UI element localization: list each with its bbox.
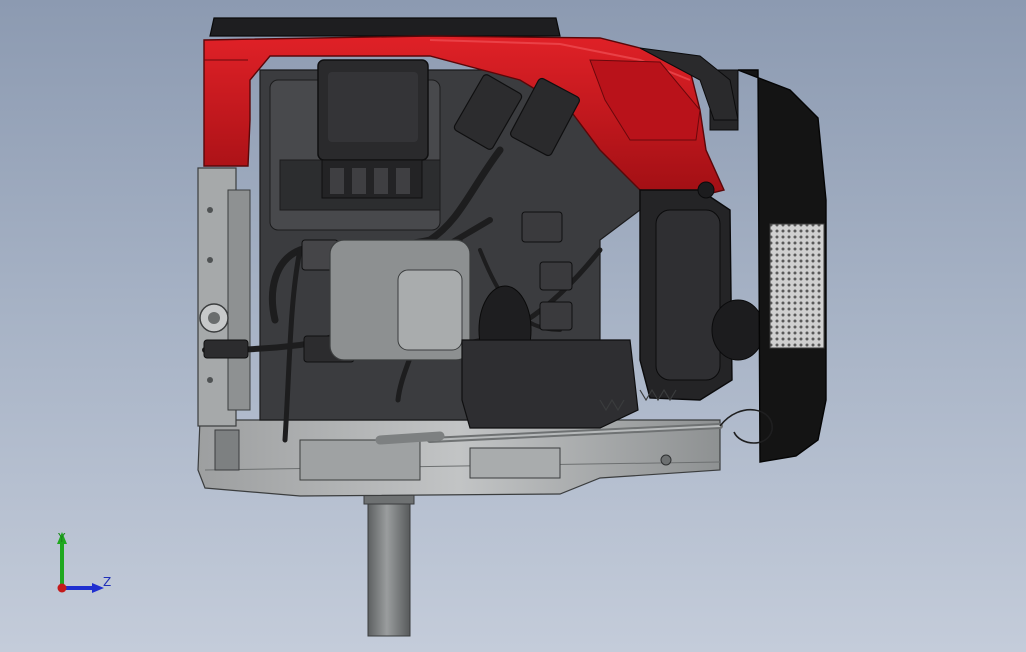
y-axis-label: Y: [58, 531, 66, 545]
engine-model[interactable]: [0, 0, 1026, 652]
lower-housing: [461, 339, 639, 429]
cad-viewport[interactable]: Y Z: [0, 0, 1026, 652]
x-axis-dot: [57, 583, 67, 593]
air-filter-housing: [639, 181, 765, 401]
control-module: [317, 59, 429, 199]
side-bracket: [197, 167, 251, 427]
top-cover: [209, 17, 561, 37]
z-axis-label: Z: [103, 575, 112, 589]
output-shaft: [363, 487, 415, 637]
